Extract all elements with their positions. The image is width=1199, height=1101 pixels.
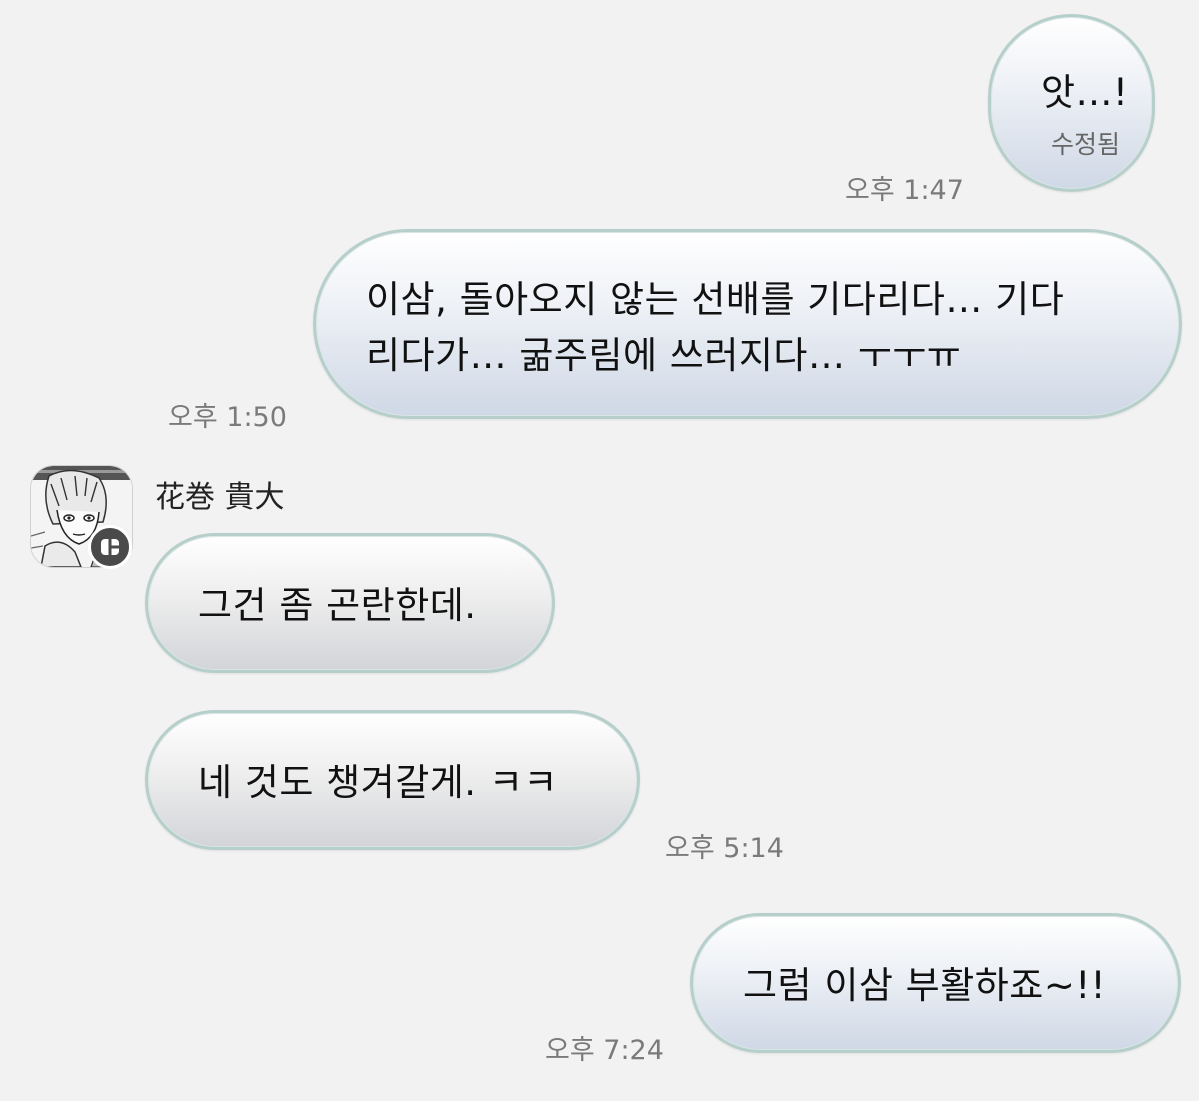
message-bubble-outgoing[interactable]: 이삼, 돌아오지 않는 선배를 기다리다… 기다 리다가… 굶주림에 쓰러지다…… [313, 229, 1182, 419]
message-text: 그건 좀 곤란한데. [198, 584, 477, 627]
message-text: 앗…! [1041, 71, 1129, 114]
message-text: 그럼 이삼 부활하죠~!! [743, 964, 1107, 1007]
message-text: 네 것도 챙겨갈게. ㅋㅋ [198, 761, 558, 804]
message-text-line: 리다가… 굶주림에 쓰러지다… ㅜㅜㅠ [366, 334, 962, 377]
edited-label: 수정됨 [1051, 130, 1121, 159]
message-timestamp: 오후 1:47 [845, 175, 964, 206]
message-timestamp: 오후 7:24 [545, 1035, 664, 1066]
sender-name: 花巻 貴大 [155, 480, 285, 515]
message-bubble-incoming[interactable]: 네 것도 챙겨갈게. ㅋㅋ [145, 710, 640, 850]
message-bubble-outgoing[interactable]: 앗…! 수정됨 [988, 14, 1155, 192]
message-bubble-incoming[interactable]: 그건 좀 곤란한데. [145, 533, 555, 673]
message-bubble-outgoing[interactable]: 그럼 이삼 부활하죠~!! [690, 913, 1181, 1053]
chat-badge-icon [88, 525, 132, 569]
message-text-line: 이삼, 돌아오지 않는 선배를 기다리다… 기다 [366, 278, 1065, 321]
message-timestamp: 오후 1:50 [168, 402, 287, 433]
message-timestamp: 오후 5:14 [665, 833, 784, 864]
